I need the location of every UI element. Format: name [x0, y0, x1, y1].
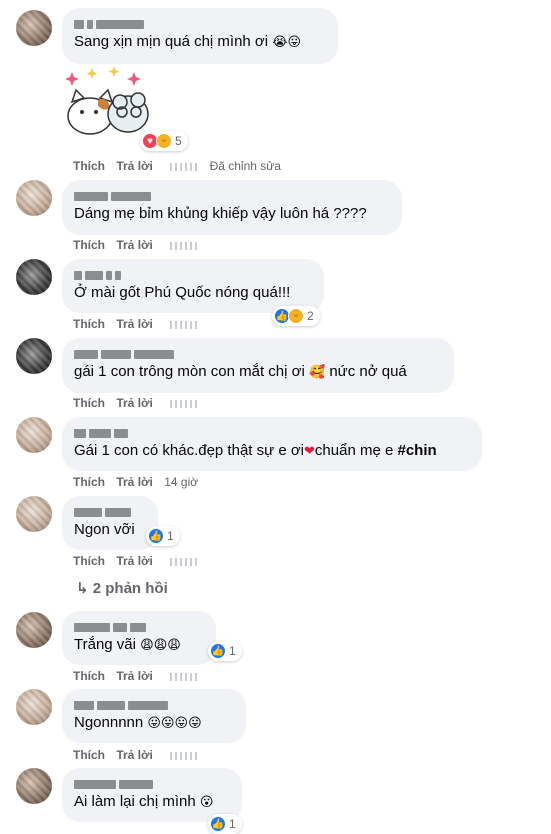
avatar[interactable]: [16, 10, 52, 46]
view-replies-link[interactable]: ↳ 2 phản hồi: [76, 579, 168, 597]
edited-label: Đã chỉnh sửa: [209, 159, 281, 173]
like-button[interactable]: Thích: [73, 554, 105, 568]
reaction-count: 1: [167, 529, 174, 543]
emoji: 😮: [199, 795, 214, 810]
commenter-name-redacted[interactable]: [74, 697, 234, 711]
comment-actions: Thích Trả lời: [73, 238, 206, 252]
timestamp-redacted[interactable]: [170, 557, 201, 566]
like-button[interactable]: Thích: [73, 238, 105, 252]
comment-text: Ngonnnnn 😛😛😛😛: [74, 714, 202, 731]
avatar[interactable]: [16, 417, 52, 453]
commenter-name-redacted[interactable]: [74, 619, 204, 633]
avatar[interactable]: [16, 689, 52, 725]
reply-button[interactable]: Trả lời: [116, 475, 153, 489]
comment-actions: Thích Trả lời: [73, 748, 206, 762]
reply-button[interactable]: Trả lời: [116, 317, 153, 331]
like-button[interactable]: Thích: [73, 396, 105, 410]
comment-actions: Thích Trả lời: [73, 554, 206, 568]
reaction-summary[interactable]: ♥ ᵕ 5: [140, 131, 188, 151]
timestamp-redacted[interactable]: [170, 672, 201, 681]
emoji: 😩😩😩: [140, 638, 181, 653]
avatar[interactable]: [16, 259, 52, 295]
comment-actions: Thích Trả lời: [73, 396, 206, 410]
comment-bubble: Dáng mẹ bỉm khủng khiếp vậy luôn há ????: [62, 180, 402, 235]
timestamp-redacted[interactable]: [170, 241, 201, 250]
reply-button[interactable]: Trả lời: [116, 669, 153, 683]
avatar[interactable]: [16, 338, 52, 374]
comment-text: Gái 1 con có khác.đẹp thật sự e ơi❤chuẩn…: [74, 442, 437, 459]
timestamp-redacted[interactable]: [170, 162, 201, 171]
like-button[interactable]: Thích: [73, 317, 105, 331]
comment-text: Ở mài gốt Phú Quốc nóng quá!!!: [74, 284, 291, 301]
reaction-count: 1: [229, 644, 236, 658]
avatar[interactable]: [16, 612, 52, 648]
comment-text: Trắng vãi 😩😩😩: [74, 636, 181, 653]
reaction-summary[interactable]: 👍 1: [208, 814, 242, 834]
commenter-name-redacted[interactable]: [74, 188, 390, 202]
haha-icon: ᵕ: [156, 133, 172, 149]
reaction-summary[interactable]: 👍 ᵕ 2: [272, 306, 320, 326]
reaction-count: 2: [307, 309, 314, 323]
comment-bubble: Ở mài gốt Phú Quốc nóng quá!!!: [62, 259, 324, 313]
timestamp-redacted[interactable]: [170, 751, 201, 760]
comment-text: Dáng mẹ bỉm khủng khiếp vậy luôn há ????: [74, 205, 367, 222]
comment-bubble: Ngon vỡi: [62, 496, 158, 550]
reply-button[interactable]: Trả lời: [116, 396, 153, 410]
avatar[interactable]: [16, 768, 52, 804]
reply-button[interactable]: Trả lời: [116, 554, 153, 568]
commenter-name-redacted[interactable]: [74, 16, 326, 30]
commenter-name-redacted[interactable]: [74, 776, 230, 790]
comment-bubble: Gái 1 con có khác.đẹp thật sự e ơi❤chuẩn…: [62, 417, 482, 471]
reply-button[interactable]: Trả lời: [116, 748, 153, 762]
hashtag-link[interactable]: #chin: [397, 442, 436, 459]
comment-text: Sang xịn mịn quá chị mình ơi 😭😛: [74, 33, 302, 50]
like-button[interactable]: Thích: [73, 669, 105, 683]
commenter-name-redacted[interactable]: [74, 425, 470, 439]
reaction-summary[interactable]: 👍 1: [208, 641, 242, 661]
like-icon: 👍: [148, 528, 164, 544]
reaction-summary[interactable]: 👍 1: [146, 526, 180, 546]
comment-actions: Thích Trả lời: [73, 669, 206, 683]
commenter-name-redacted[interactable]: [74, 504, 146, 518]
heart-icon: ❤: [304, 444, 315, 459]
like-button[interactable]: Thích: [73, 159, 105, 173]
comment-bubble: Sang xịn mịn quá chị mình ơi 😭😛: [62, 8, 338, 64]
reply-button[interactable]: Trả lời: [116, 238, 153, 252]
avatar[interactable]: [16, 496, 52, 532]
like-button[interactable]: Thích: [73, 475, 105, 489]
replies-count: 2 phản hồi: [92, 580, 168, 597]
reaction-count: 5: [175, 134, 182, 148]
avatar[interactable]: [16, 180, 52, 216]
commenter-name-redacted[interactable]: [74, 267, 312, 281]
comment-text: gái 1 con trông mòn con mắt chị ơi 🥰 nức…: [74, 363, 407, 380]
like-icon: 👍: [210, 643, 226, 659]
comment-text: Ngon vỡi: [74, 521, 135, 538]
timestamp[interactable]: 14 giờ: [164, 475, 198, 489]
reaction-count: 1: [229, 817, 236, 831]
commenter-name-redacted[interactable]: [74, 346, 442, 360]
haha-icon: ᵕ: [288, 308, 304, 324]
cat-sticker-image: [65, 66, 149, 135]
timestamp-redacted[interactable]: [170, 399, 201, 408]
emoji: 🥰: [308, 365, 326, 380]
comment-actions: Thích Trả lời: [73, 317, 206, 331]
reply-arrow-icon: ↳: [76, 580, 89, 597]
comment-bubble: Trắng vãi 😩😩😩: [62, 611, 216, 665]
timestamp-redacted[interactable]: [170, 320, 201, 329]
comment-bubble: Ngonnnnn 😛😛😛😛: [62, 689, 246, 743]
comment-text: Ai làm lại chị mình 😮: [74, 793, 214, 810]
comment-actions: Thích Trả lời Đã chỉnh sửa: [73, 159, 281, 173]
comment-actions: Thích Trả lời 14 giờ: [73, 475, 198, 489]
like-icon: 👍: [210, 816, 226, 832]
emoji: 😭😛: [272, 35, 302, 50]
reply-button[interactable]: Trả lời: [116, 159, 153, 173]
comment-bubble: gái 1 con trông mòn con mắt chị ơi 🥰 nức…: [62, 338, 454, 393]
like-button[interactable]: Thích: [73, 748, 105, 762]
emoji: 😛😛😛😛: [147, 716, 202, 731]
